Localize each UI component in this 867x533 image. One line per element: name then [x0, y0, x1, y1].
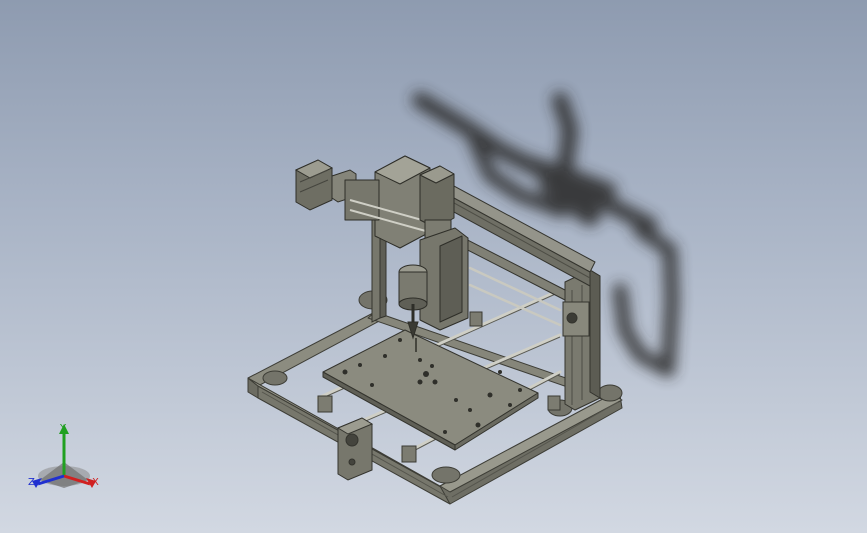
- orientation-triad[interactable]: Y Z X: [22, 418, 106, 496]
- right-upright: [562, 269, 601, 411]
- y-axis-label: Y: [60, 423, 67, 434]
- 3d-viewport[interactable]: Y Z X: [0, 0, 867, 533]
- x-axis-label: X: [92, 477, 99, 488]
- cnc-machine-model[interactable]: [0, 0, 867, 533]
- y-lead-screw-mount: [336, 417, 374, 481]
- z-axis-label: Z: [28, 477, 35, 488]
